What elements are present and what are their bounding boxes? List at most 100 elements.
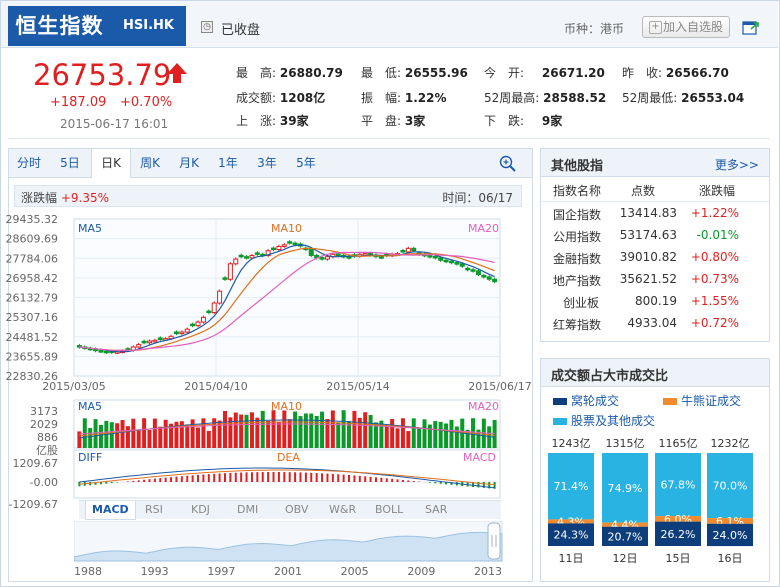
index-row[interactable]: 红筹指数 4933.04 +0.72% xyxy=(541,313,769,335)
candle-body xyxy=(98,350,104,353)
turnover-total: 1315亿 xyxy=(606,437,645,450)
timeline-handle[interactable] xyxy=(487,522,501,560)
volume-bar xyxy=(222,410,227,448)
volume-bar xyxy=(88,428,93,448)
volume-bar xyxy=(233,412,238,448)
index-change: -0.01% xyxy=(696,228,739,242)
up-arrow-icon xyxy=(167,63,187,83)
turnover-segment-label: 70.0% xyxy=(713,480,748,493)
volume-bar xyxy=(352,410,357,448)
tab-5year[interactable]: 5年 xyxy=(287,149,325,177)
index-name: 创业板 xyxy=(563,296,600,310)
vol-ytick: 2029 xyxy=(30,418,58,431)
macd-ytick: 1209.67 xyxy=(13,457,59,470)
volume-bar xyxy=(93,419,98,448)
tab-sar[interactable]: SAR xyxy=(425,501,447,519)
turnover-date: 16日 xyxy=(718,552,743,565)
add-watchlist-button[interactable]: + 加入自选股 xyxy=(642,16,730,38)
market-status: 已收盘 xyxy=(221,23,261,38)
tab-3year[interactable]: 3年 xyxy=(248,149,286,177)
turnover-ratio-title: 成交额占大市成交比 xyxy=(551,369,669,384)
candle-body xyxy=(103,350,109,354)
candle-body xyxy=(454,262,460,265)
index-row[interactable]: 创业板 800.19 +1.55% xyxy=(541,291,769,313)
vol-ma5-legend: MA5 xyxy=(78,400,102,413)
volume-bar xyxy=(438,421,443,448)
tab-intraday[interactable]: 分时 xyxy=(9,149,49,177)
volume-bar xyxy=(325,419,330,448)
candle-body xyxy=(411,247,417,252)
candle-body xyxy=(287,241,293,244)
date-xtick: 2015/05/14 xyxy=(326,380,389,393)
stat-open: 今 开: 26671.20 xyxy=(484,66,605,80)
volume-bar xyxy=(98,424,103,448)
kline-chart[interactable]: 29435.32 28609.69 27784.06 26958.42 26132.79… xyxy=(0,210,535,500)
index-row[interactable]: 公用指数 53174.63 -0.01% xyxy=(541,225,769,247)
index-code: HSI.HK xyxy=(111,6,186,46)
index-change: +0.72% xyxy=(690,316,739,330)
tab-dmi[interactable]: DMI xyxy=(237,501,258,519)
volume-bar xyxy=(217,420,222,448)
volume-bar xyxy=(336,422,341,448)
index-points: 4933.04 xyxy=(627,316,677,330)
other-indices-panel: 其他股指 更多>> 指数名称 点数 涨跌幅 国企指数 13414.83 +1.22%… xyxy=(540,148,770,342)
candle-body xyxy=(335,253,341,257)
volume-bar xyxy=(282,410,287,448)
tab-kdj[interactable]: KDJ xyxy=(191,501,210,519)
other-indices-header: 其他股指 更多>> xyxy=(541,149,769,177)
tab-macd[interactable]: MACD xyxy=(85,501,136,520)
vol-ytick: 886 xyxy=(37,431,58,444)
index-name: 金融指数 xyxy=(553,252,602,266)
indices-header-row: 指数名称 点数 涨跌幅 xyxy=(541,179,769,202)
tab-daily-k[interactable]: 日K xyxy=(91,149,131,178)
tab-monthly-k[interactable]: 月K xyxy=(170,149,208,177)
share-icon[interactable] xyxy=(742,20,760,36)
timeline-navigator[interactable]: 1988 1993 1997 2001 2005 2009 2013 xyxy=(74,521,504,579)
volume-bar xyxy=(303,413,308,448)
stat-up: 上 涨: 39家 xyxy=(236,114,309,128)
index-name: 地产指数 xyxy=(553,274,602,288)
legend-warrant: 窝轮成交 xyxy=(571,394,620,408)
index-row[interactable]: 金融指数 39010.82 +0.80% xyxy=(541,247,769,269)
candle-body xyxy=(136,344,142,348)
more-link[interactable]: 更多>> xyxy=(715,156,759,173)
zoom-icon[interactable] xyxy=(499,155,517,173)
macd-diff-legend: DIFF xyxy=(78,451,102,464)
index-row[interactable]: 国企指数 13414.83 +1.22% xyxy=(541,203,769,225)
candle-body xyxy=(244,256,250,259)
tab-boll[interactable]: BOLL xyxy=(375,501,403,519)
turnover-segment-label: 24.0% xyxy=(713,529,748,542)
volume-bar xyxy=(417,427,422,448)
stat-low52: 52周最低: 26553.04 xyxy=(622,91,745,105)
candle-body xyxy=(190,323,196,327)
stat-low: 最 低: 26555.96 xyxy=(361,66,468,80)
volume-bar xyxy=(206,430,211,448)
ma10-legend: MA10 xyxy=(271,222,302,235)
turnover-segment-label: 67.8% xyxy=(661,479,696,492)
index-name: 恒生指数 xyxy=(8,6,111,46)
index-name: 国企指数 xyxy=(553,208,602,222)
tab-wr[interactable]: W&R xyxy=(329,501,356,519)
index-row[interactable]: 地产指数 35621.52 +0.73% xyxy=(541,269,769,291)
tab-weekly-k[interactable]: 周K xyxy=(131,149,169,177)
price-change-pct: +0.70% xyxy=(120,95,173,110)
macd-ytick-low: -1209.67 xyxy=(9,498,58,511)
volume-bar xyxy=(449,419,454,448)
candle-body xyxy=(346,256,352,259)
divider xyxy=(8,138,770,139)
candle-body xyxy=(470,269,476,272)
turnover-segment-label: 71.4% xyxy=(554,480,589,493)
macd-dea-legend: DEA xyxy=(277,451,300,464)
tab-rsi[interactable]: RSI xyxy=(145,501,163,519)
tab-1year[interactable]: 1年 xyxy=(209,149,247,177)
indicator-tabs: MACD RSI KDJ DMI OBV W&R BOLL SAR xyxy=(79,500,501,520)
add-watchlist-label: 加入自选股 xyxy=(663,20,724,34)
svg-text:-1209.67: -1209.67 xyxy=(9,498,58,511)
volume-bar xyxy=(109,422,114,448)
candle-body xyxy=(319,257,325,260)
tab-5day[interactable]: 5日 xyxy=(51,149,89,177)
price-ytick: 27784.06 xyxy=(6,252,59,265)
volume-bar xyxy=(287,419,292,448)
candle-body xyxy=(465,267,471,271)
tab-obv[interactable]: OBV xyxy=(285,501,308,519)
